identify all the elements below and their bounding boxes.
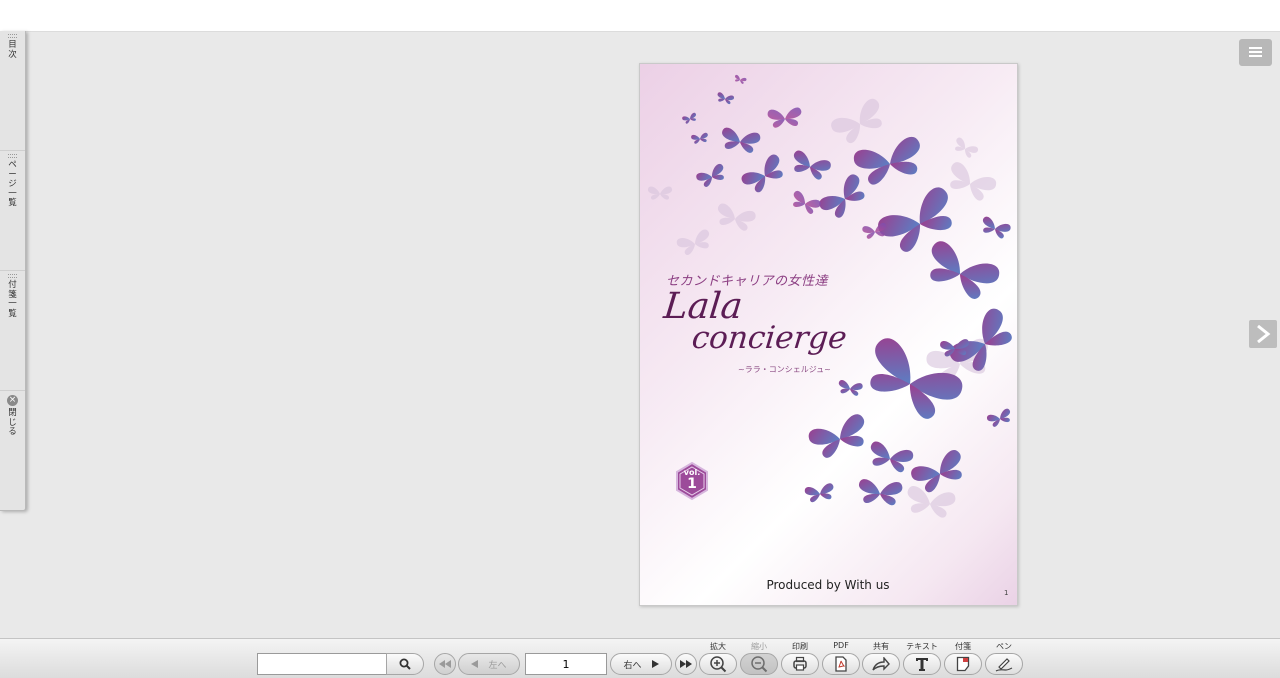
print-button[interactable]	[781, 653, 819, 675]
last-page-button[interactable]	[675, 653, 697, 675]
side-tab-label: ページ一覧	[8, 160, 17, 208]
sticky-note-icon	[956, 656, 970, 672]
side-tab-contents[interactable]: 目次	[0, 31, 25, 151]
side-tab-label: 目次	[8, 40, 17, 60]
double-chevron-right-icon	[680, 660, 692, 668]
search-button[interactable]	[386, 653, 424, 675]
text-label: テキスト	[906, 642, 938, 651]
page-number-input[interactable]	[525, 653, 607, 675]
text-icon	[916, 658, 928, 671]
grip-icon	[8, 274, 17, 278]
bottom-toolbar: 左へ 右へ 拡大 縮小 印刷 PDF 共有 テキスト 付箋 ペン	[0, 638, 1280, 678]
prev-page-button[interactable]: 左へ	[458, 653, 520, 675]
double-chevron-left-icon	[439, 660, 451, 668]
side-tab-page-list[interactable]: ページ一覧	[0, 151, 25, 271]
prev-page-label: 左へ	[488, 660, 507, 671]
search-icon	[399, 658, 411, 670]
magazine-page[interactable]: セカンドキャリアの女性達 Lala concierge ~ララ・コンシェルジュ~…	[639, 63, 1018, 606]
vol-number: 1	[687, 476, 697, 492]
search-input[interactable]	[257, 653, 387, 675]
produced-by-text: Produced by With us	[766, 578, 890, 592]
page-number: 1	[1004, 589, 1009, 597]
triangle-left-icon	[471, 660, 479, 668]
page-title-line2: concierge	[690, 320, 849, 356]
page-title-reading: ~ララ・コンシェルジュ~	[738, 365, 831, 374]
chevron-right-icon	[1257, 325, 1271, 343]
pen-button[interactable]	[985, 653, 1023, 675]
triangle-right-icon	[651, 660, 659, 668]
side-tab-sticky-list[interactable]: 付箋一覧	[0, 271, 25, 391]
grip-icon	[8, 154, 17, 158]
vol-badge: vol. 1	[674, 462, 710, 498]
zoom-in-button[interactable]	[699, 653, 737, 675]
share-label: 共有	[873, 642, 889, 651]
next-page-label: 右へ	[623, 660, 642, 671]
share-button[interactable]	[862, 653, 900, 675]
pen-icon	[995, 658, 1013, 672]
pdf-label: PDF	[833, 641, 849, 650]
first-page-button[interactable]	[434, 653, 456, 675]
pdf-icon	[835, 656, 847, 672]
next-page-button[interactable]: 右へ	[610, 653, 672, 675]
zoom-out-button[interactable]	[740, 653, 778, 675]
side-panel: 目次 ページ一覧 付箋一覧 × 閉じる	[0, 31, 26, 511]
side-close-button[interactable]: × 閉じる	[0, 391, 25, 509]
top-bar	[0, 0, 1280, 31]
next-page-arrow[interactable]	[1249, 320, 1277, 348]
zoom-in-icon	[710, 656, 727, 673]
side-tab-label: 付箋一覧	[8, 280, 17, 319]
sticky-note-button[interactable]	[944, 653, 982, 675]
print-icon	[793, 656, 807, 671]
hamburger-icon	[1249, 47, 1262, 49]
zoom-out-label: 縮小	[751, 642, 767, 651]
side-close-label: 閉じる	[8, 408, 17, 437]
close-icon: ×	[7, 395, 18, 406]
print-label: 印刷	[792, 642, 808, 651]
zoom-in-label: 拡大	[710, 642, 726, 651]
pdf-button[interactable]	[822, 653, 860, 675]
pen-label: ペン	[996, 642, 1012, 651]
sticky-note-label: 付箋	[955, 642, 971, 651]
zoom-out-icon	[751, 656, 768, 673]
menu-button[interactable]	[1239, 39, 1272, 66]
text-button[interactable]	[903, 653, 941, 675]
share-icon	[872, 657, 890, 671]
grip-icon	[8, 34, 17, 38]
